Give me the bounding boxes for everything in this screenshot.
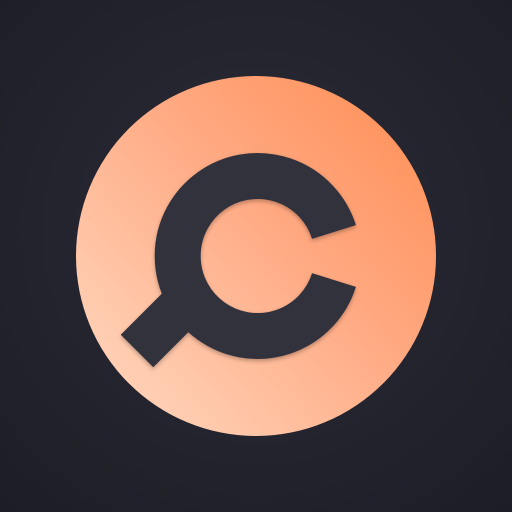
app-icon (0, 0, 512, 512)
accent-circle (76, 76, 436, 436)
logo-mark (76, 76, 436, 436)
